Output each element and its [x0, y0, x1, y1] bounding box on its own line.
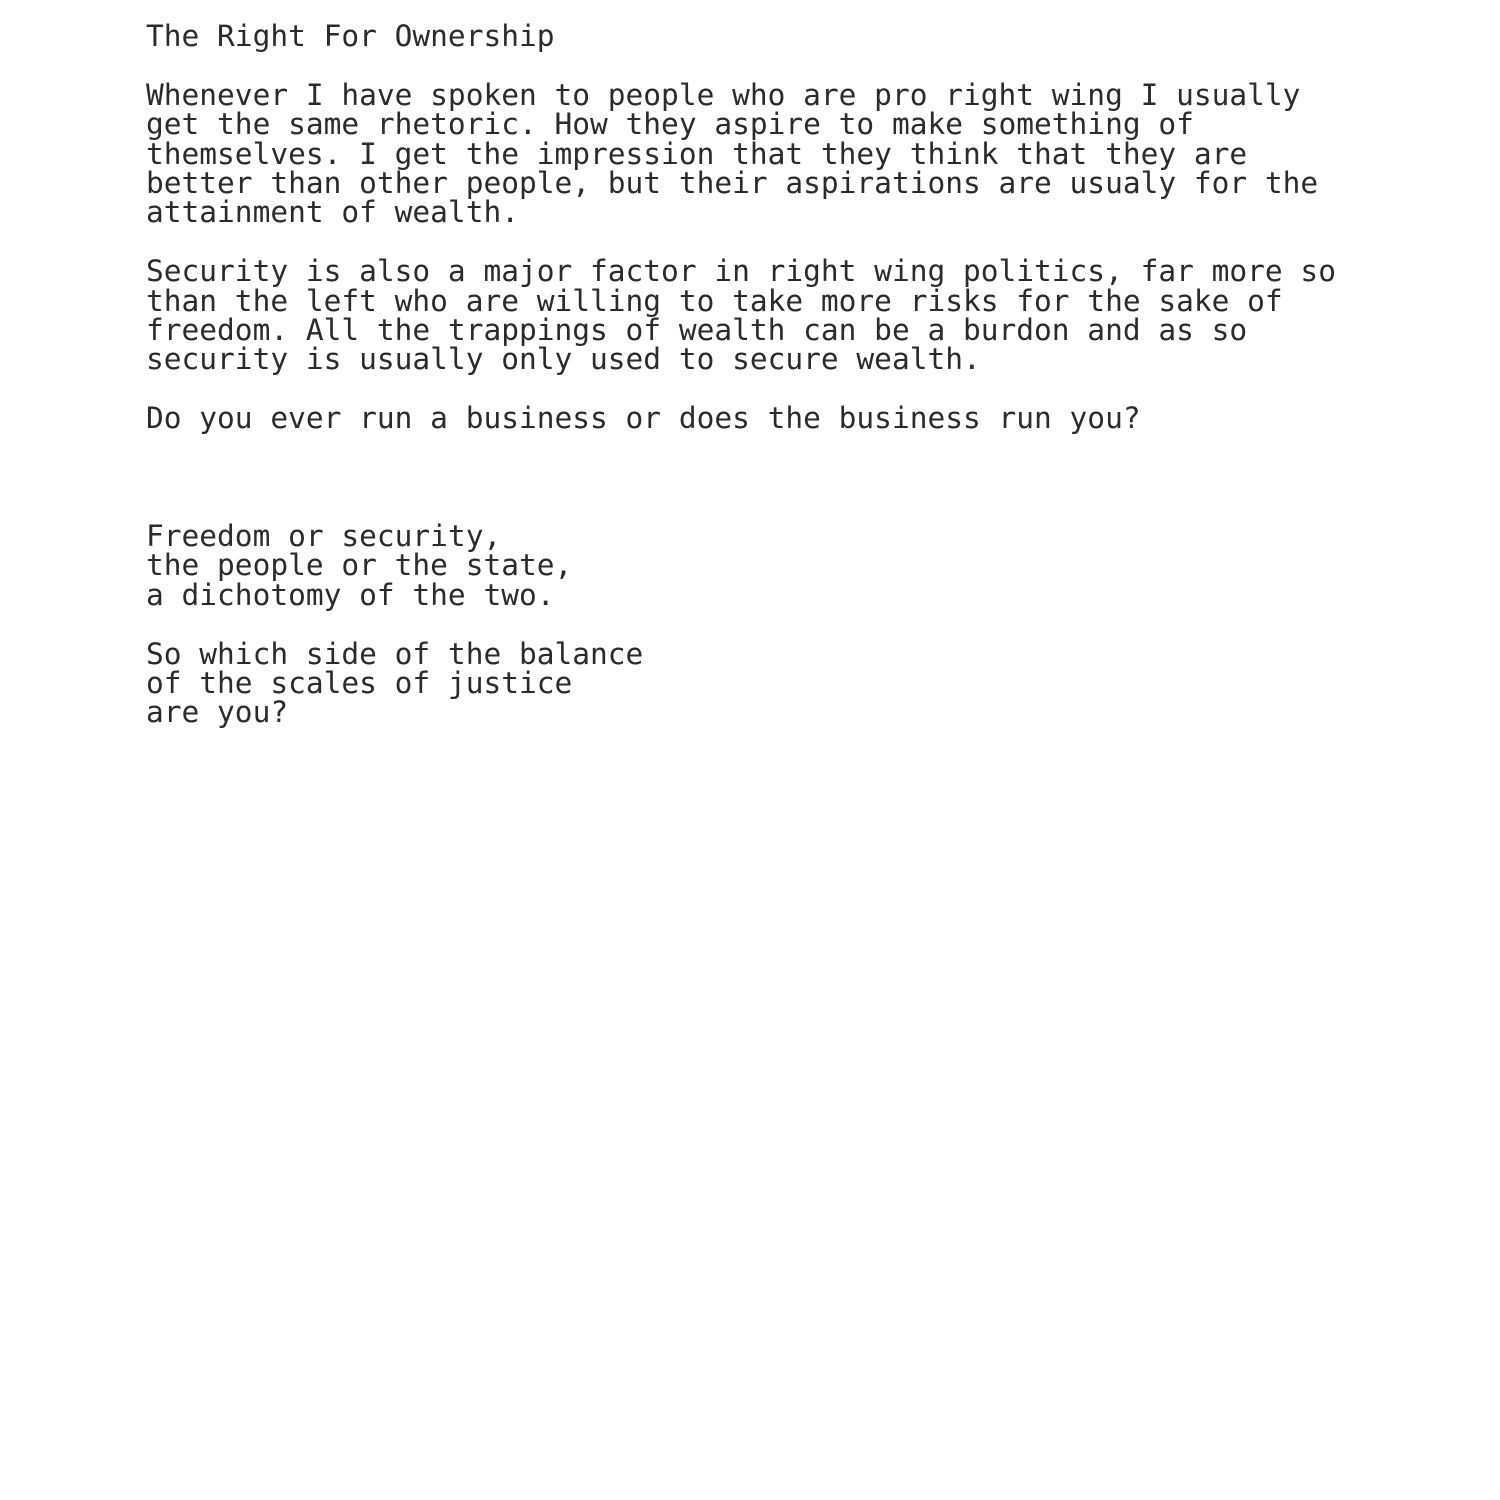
document-text-body: The Right For Ownership Whenever I have …: [146, 19, 1426, 730]
text-line: freedom. All the trappings of wealth can…: [146, 313, 1248, 348]
text-block-paragraph-2: Security is also a major factor in right…: [146, 254, 1426, 377]
text-block-spacer-1: [146, 51, 1426, 80]
text-block-verse-1: Freedom or security, the people or the st…: [146, 518, 1426, 612]
text-block-paragraph-3: Do you ever run a business or does the b…: [146, 401, 1426, 436]
text-line: Freedom or security,: [146, 518, 502, 553]
document-page: The Right For Ownership Whenever I have …: [0, 0, 1500, 1500]
text-line: a dichotomy of the two.: [146, 577, 555, 612]
text-block-spacer-2: [146, 228, 1426, 257]
text-line: Security is also a major factor in right…: [146, 254, 1336, 289]
page-title: The Right For Ownership: [146, 19, 1426, 53]
text-line: of the scales of justice: [146, 665, 573, 700]
text-line: So which side of the balance: [146, 636, 644, 671]
text-line: security is usually only used to secure …: [146, 342, 981, 377]
text-line: get the same rhetoric. How they aspire t…: [146, 107, 1194, 142]
text-line: Whenever I have spoken to people who are…: [146, 77, 1301, 112]
text-block-paragraph-1: Whenever I have spoken to people who are…: [146, 77, 1426, 230]
text-line: the people or the state,: [146, 548, 573, 583]
text-line: better than other people, but their aspi…: [146, 166, 1319, 201]
text-block-spacer-3: [146, 375, 1426, 404]
text-line: Do you ever run a business or does the b…: [146, 401, 1141, 436]
text-line: are you?: [146, 695, 289, 730]
text-line: The Right For Ownership: [146, 19, 555, 53]
text-line: than the left who are willing to take mo…: [146, 283, 1283, 318]
text-block-verse-2: So which side of the balance of the scale…: [146, 636, 1426, 730]
text-block-spacer-5: [146, 610, 1426, 639]
text-line: attainment of wealth.: [146, 195, 519, 230]
text-block-spacer-4: [146, 434, 1426, 522]
text-line: themselves. I get the impression that th…: [146, 136, 1248, 171]
